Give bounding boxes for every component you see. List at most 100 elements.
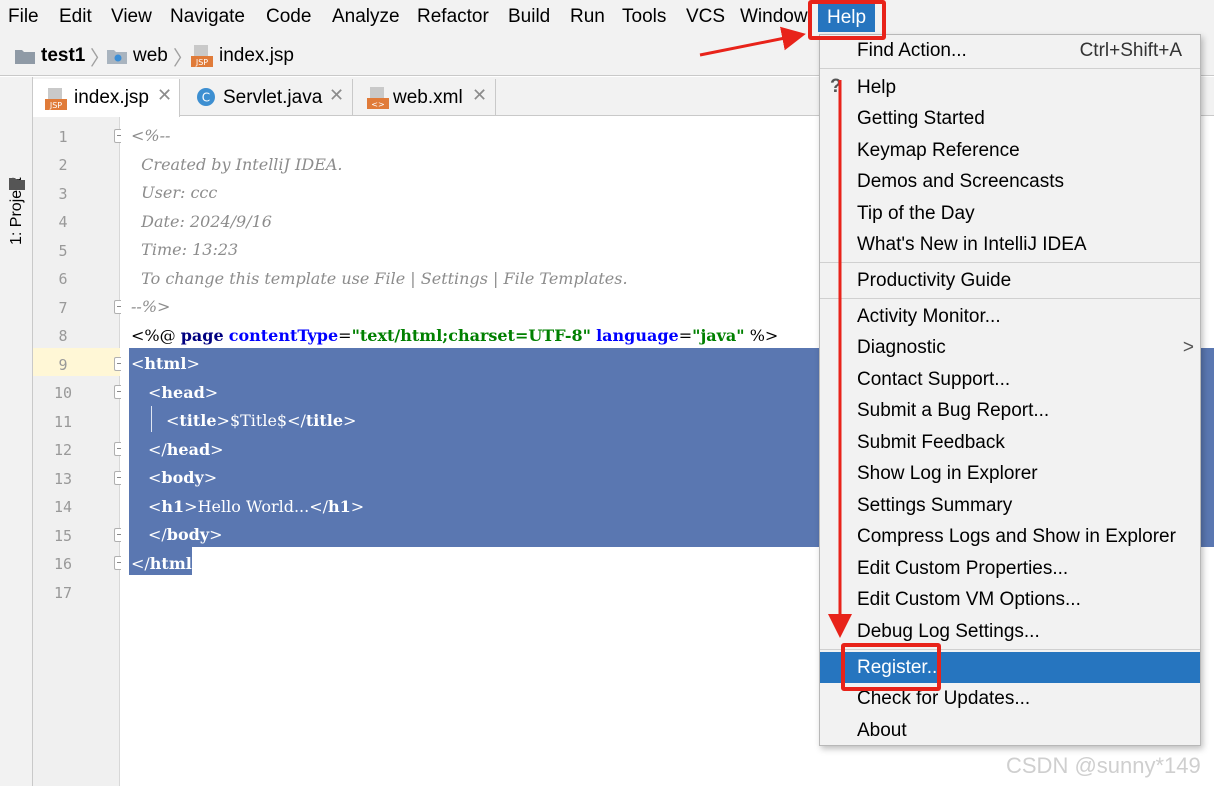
chevron-right-icon: > xyxy=(1182,337,1194,358)
svg-text:JSP: JSP xyxy=(195,58,208,67)
line-number: 12 xyxy=(53,441,73,459)
svg-text:C: C xyxy=(202,91,210,105)
line-number: 8 xyxy=(58,327,68,345)
line-number: 5 xyxy=(58,242,68,260)
breadcrumb-separator-icon: 〉 xyxy=(173,48,193,70)
menu-vcs[interactable]: VCS xyxy=(686,5,725,29)
menu-separator xyxy=(820,68,1200,69)
menu-item-help[interactable]: Help xyxy=(820,72,1200,103)
breadcrumb-project[interactable]: test1 xyxy=(41,44,85,68)
line-number: 10 xyxy=(53,384,73,402)
breadcrumb-file[interactable]: index.jsp xyxy=(219,44,294,68)
menu-bar: File Edit View Navigate Code Analyze Ref… xyxy=(0,0,1214,36)
code-line-8: <%@ page contentType="text/html;charset=… xyxy=(131,326,779,345)
menu-item-submit-feedback[interactable]: Submit Feedback xyxy=(820,427,1200,458)
annotation-box-help xyxy=(808,0,886,40)
menu-code[interactable]: Code xyxy=(266,5,311,29)
editor-gutter: 1 2 3 4 5 6 7 8 9 10 11 12 13 14 15 16 1… xyxy=(33,117,128,786)
menu-file[interactable]: File xyxy=(8,5,39,29)
line-number: 7 xyxy=(58,299,68,317)
tab-label: Servlet.java xyxy=(223,87,323,108)
menu-item-edit-vm-options[interactable]: Edit Custom VM Options... xyxy=(820,584,1200,615)
menu-item-settings-summary[interactable]: Settings Summary xyxy=(820,490,1200,521)
menu-item-whats-new[interactable]: What's New in IntelliJ IDEA xyxy=(820,229,1200,260)
project-folder-icon xyxy=(9,178,25,190)
menu-window[interactable]: Window xyxy=(740,5,808,29)
menu-item-demos[interactable]: Demos and Screencasts xyxy=(820,166,1200,197)
code-line-15: </body> xyxy=(148,525,223,544)
project-folder-icon xyxy=(15,50,35,64)
line-number: 4 xyxy=(58,213,68,231)
menu-build[interactable]: Build xyxy=(508,5,550,29)
code-line-3: User: ccc xyxy=(131,183,218,202)
watermark: CSDN @sunny*149 xyxy=(1006,753,1201,778)
line-number: 13 xyxy=(53,470,73,488)
menu-item-diagnostic[interactable]: Diagnostic > xyxy=(820,332,1200,363)
code-line-1: <%-- xyxy=(131,126,171,145)
menu-analyze[interactable]: Analyze xyxy=(332,5,400,29)
line-number: 11 xyxy=(53,413,73,431)
menu-navigate[interactable]: Navigate xyxy=(170,5,245,29)
menu-view[interactable]: View xyxy=(111,5,152,29)
code-line-13: <body> xyxy=(148,468,218,487)
line-number: 3 xyxy=(58,185,68,203)
code-line-2: Created by IntelliJ IDEA. xyxy=(131,155,343,174)
web-folder-icon xyxy=(107,50,127,64)
code-line-5: Time: 13:23 xyxy=(131,240,239,259)
menu-refactor[interactable]: Refactor xyxy=(417,5,489,29)
menu-item-tip-of-day[interactable]: Tip of the Day xyxy=(820,198,1200,229)
menu-item-getting-started[interactable]: Getting Started xyxy=(820,103,1200,134)
code-line-12: </head> xyxy=(148,440,224,459)
tab-label: index.jsp xyxy=(74,87,149,108)
code-line-9: <html> xyxy=(131,354,200,373)
xml-file-icon: <> xyxy=(367,87,389,109)
menu-separator xyxy=(820,262,1200,263)
code-line-16: </html> xyxy=(131,554,206,573)
jsp-file-icon: JSP xyxy=(191,45,213,67)
menu-item-activity-monitor[interactable]: Activity Monitor... xyxy=(820,301,1200,332)
shortcut-label: Ctrl+Shift+A xyxy=(1079,40,1182,61)
menu-edit[interactable]: Edit xyxy=(59,5,92,29)
menu-item-contact-support[interactable]: Contact Support... xyxy=(820,364,1200,395)
menu-run[interactable]: Run xyxy=(570,5,605,29)
annotation-box-register xyxy=(841,643,941,691)
menu-item-edit-custom-properties[interactable]: Edit Custom Properties... xyxy=(820,553,1200,584)
line-number: 14 xyxy=(53,498,73,516)
code-line-4: Date: 2024/9/16 xyxy=(131,212,272,231)
java-class-icon: C xyxy=(197,88,215,106)
line-number: 15 xyxy=(53,527,73,545)
close-icon[interactable]: ✕ xyxy=(329,85,344,106)
tab-label: web.xml xyxy=(393,87,463,108)
line-number: 16 xyxy=(53,555,73,573)
code-line-6: To change this template use File | Setti… xyxy=(131,269,628,288)
menu-item-submit-bug[interactable]: Submit a Bug Report... xyxy=(820,395,1200,426)
code-line-14: <h1>Hello World...</h1> xyxy=(148,497,365,516)
line-number: 1 xyxy=(58,128,68,146)
code-line-11: <title>$Title$</title> xyxy=(166,411,357,430)
help-menu: Find Action... Ctrl+Shift+A ? Help Gettin… xyxy=(819,34,1201,746)
menu-item-show-log[interactable]: Show Log in Explorer xyxy=(820,458,1200,489)
close-icon[interactable]: ✕ xyxy=(472,85,487,106)
menu-tools[interactable]: Tools xyxy=(622,5,666,29)
svg-text:<>: <> xyxy=(371,100,384,109)
menu-item-productivity-guide[interactable]: Productivity Guide xyxy=(820,265,1200,296)
line-number: 17 xyxy=(53,584,73,602)
menu-separator xyxy=(820,298,1200,299)
tab-servlet-java[interactable]: C Servlet.java ✕ xyxy=(180,79,353,115)
menu-item-compress-logs[interactable]: Compress Logs and Show in Explorer xyxy=(820,521,1200,552)
svg-text:JSP: JSP xyxy=(49,101,62,110)
close-icon[interactable]: ✕ xyxy=(157,85,172,106)
menu-item-keymap-reference[interactable]: Keymap Reference xyxy=(820,135,1200,166)
breadcrumb-folder[interactable]: web xyxy=(133,44,168,68)
line-number: 2 xyxy=(58,156,68,174)
jsp-file-icon: JSP xyxy=(45,88,67,110)
tab-index-jsp[interactable]: JSP index.jsp ✕ xyxy=(33,79,180,117)
line-number: 6 xyxy=(58,270,68,288)
tab-web-xml[interactable]: <> web.xml ✕ xyxy=(353,79,496,115)
tool-window-strip: 1: Project xyxy=(0,77,33,786)
line-number: 9 xyxy=(58,356,68,374)
menu-item-about[interactable]: About xyxy=(820,715,1200,746)
indent-guide xyxy=(151,406,152,432)
code-line-7: --%> xyxy=(131,297,171,316)
code-line-10: <head> xyxy=(148,383,219,402)
